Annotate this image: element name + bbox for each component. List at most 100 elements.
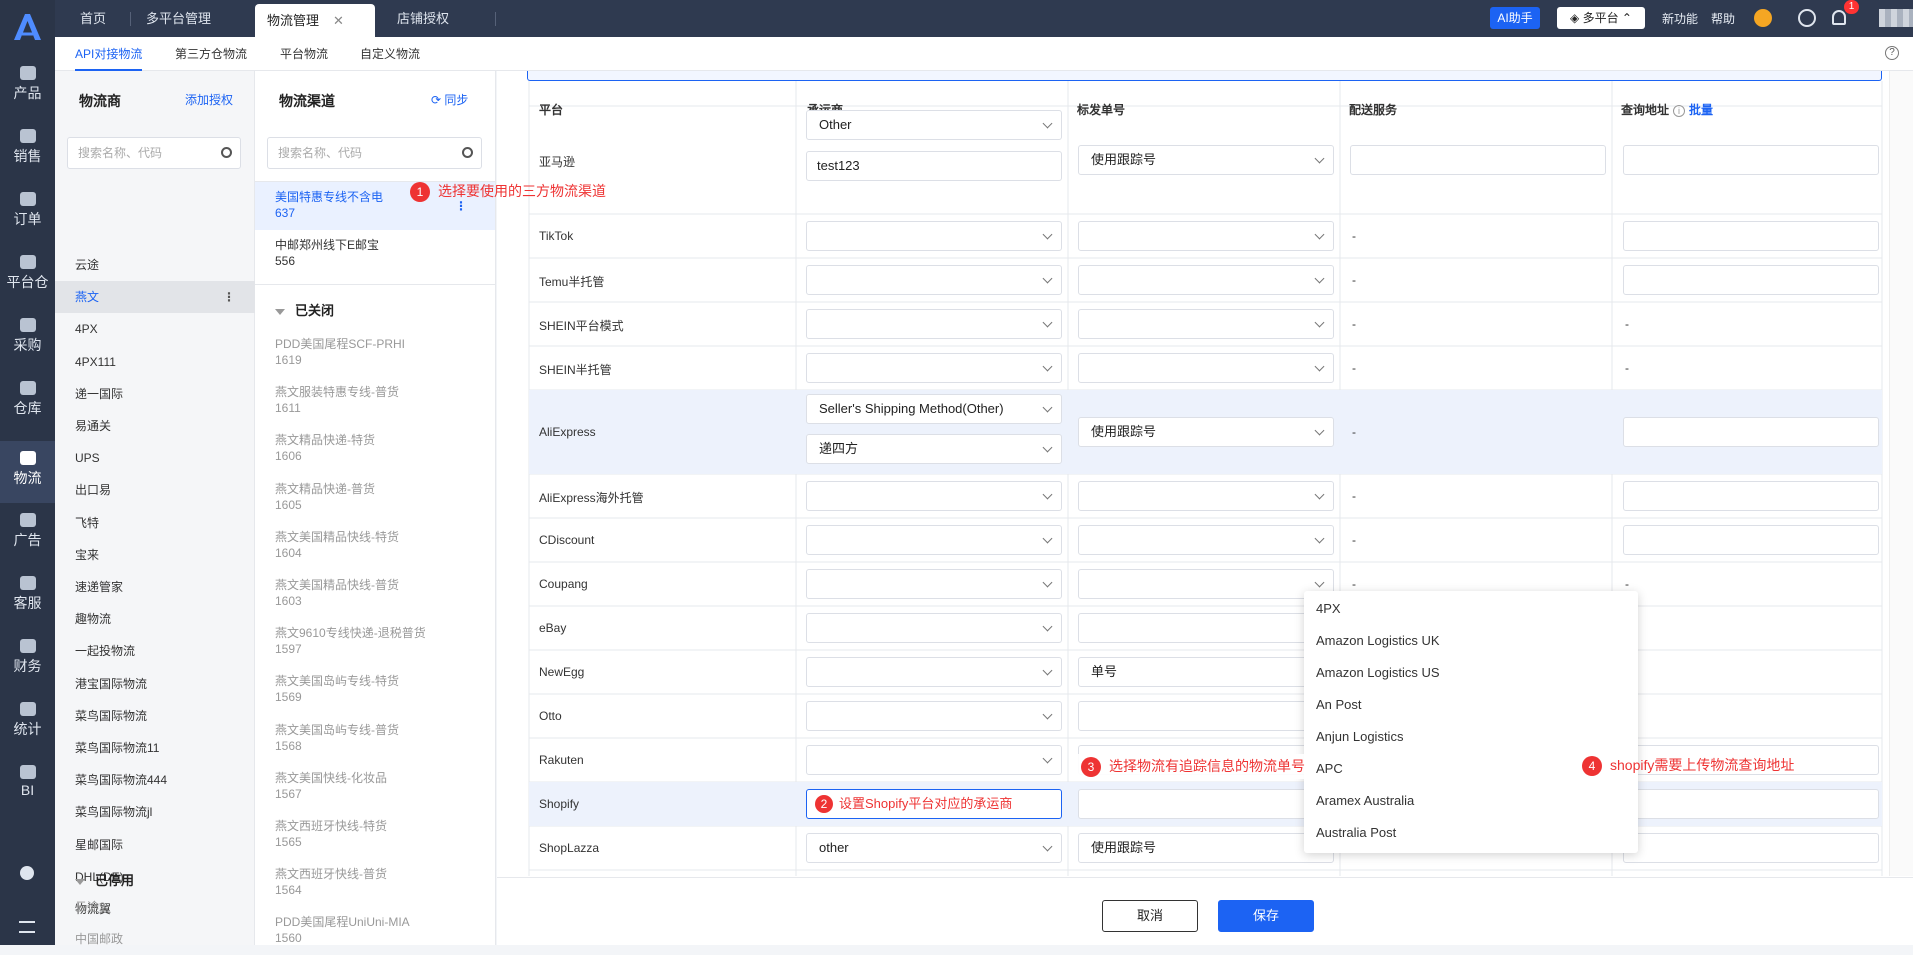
channel-item[interactable]: 燕文9610专线快递-退税普货 1597 bbox=[255, 618, 495, 666]
menu-icon[interactable] bbox=[19, 921, 35, 933]
list-item[interactable]: 易通关 bbox=[55, 410, 255, 442]
batch-link[interactable]: 批量 bbox=[1689, 103, 1713, 117]
channel-item[interactable]: 燕文西班牙快线-普货 1564 bbox=[255, 859, 495, 907]
tab-api-logistics[interactable]: API对接物流 bbox=[75, 37, 143, 71]
tracking-select[interactable] bbox=[1078, 265, 1334, 295]
list-item[interactable]: 港宝国际物流 bbox=[55, 668, 255, 700]
nav-sales[interactable]: 销售 bbox=[0, 129, 55, 191]
channel-item[interactable]: PDD美国尾程UniUni-MIA 1560 bbox=[255, 907, 495, 955]
channel-item[interactable]: 燕文精品快递-普货 1605 bbox=[255, 474, 495, 522]
carrier-select[interactable] bbox=[806, 221, 1062, 251]
avatar[interactable] bbox=[1879, 9, 1913, 27]
tab-logistics[interactable]: 物流管理 ✕ bbox=[255, 4, 375, 37]
tracking-select[interactable]: 使用跟踪号 bbox=[1078, 145, 1334, 175]
query-url-input[interactable] bbox=[1623, 525, 1879, 555]
dropdown-option[interactable]: Anjun Logistics bbox=[1316, 729, 1403, 744]
channel-item[interactable]: 燕文美国岛屿专线-普货 1568 bbox=[255, 715, 495, 763]
list-item[interactable]: 云途 bbox=[55, 249, 255, 281]
dropdown-option[interactable]: 4PX bbox=[1316, 601, 1341, 616]
carrier-select[interactable] bbox=[806, 745, 1062, 775]
nav-warehouse[interactable]: 仓库 bbox=[0, 381, 55, 443]
carrier-select[interactable] bbox=[806, 353, 1062, 383]
help-link[interactable]: 帮助 bbox=[1711, 10, 1735, 27]
sync-button[interactable]: ⟳ 同步 bbox=[431, 91, 468, 108]
channel-item[interactable]: 中邮郑州线下E邮宝 556 bbox=[255, 230, 495, 278]
list-item[interactable]: 宝来 bbox=[55, 539, 255, 571]
tracking-select[interactable] bbox=[1078, 613, 1334, 643]
carrier-select[interactable] bbox=[806, 481, 1062, 511]
query-url-input[interactable] bbox=[1623, 221, 1879, 251]
channel-item[interactable]: PDD美国尾程SCF-PRHI 1619 bbox=[255, 329, 495, 377]
list-item[interactable]: 菜鸟国际物流 bbox=[55, 700, 255, 732]
ai-assistant-button[interactable]: AI助手 bbox=[1490, 7, 1540, 29]
query-url-input[interactable] bbox=[1623, 481, 1879, 511]
carrier-select[interactable] bbox=[806, 657, 1062, 687]
carrier-select[interactable] bbox=[806, 265, 1062, 295]
multi-platform-button[interactable]: ◈ 多平台 ⌃ bbox=[1557, 7, 1645, 29]
list-item[interactable]: 4PX111 bbox=[55, 346, 255, 378]
list-item[interactable]: 飞特 bbox=[55, 507, 255, 539]
add-auth-link[interactable]: 添加授权 bbox=[185, 91, 233, 108]
carrier-select[interactable] bbox=[806, 613, 1062, 643]
save-button[interactable]: 保存 bbox=[1218, 900, 1314, 932]
query-url-input[interactable] bbox=[1623, 417, 1879, 447]
tracking-select[interactable] bbox=[1078, 353, 1334, 383]
carrier-select[interactable] bbox=[806, 309, 1062, 339]
list-item[interactable]: 一起投物流 bbox=[55, 635, 255, 667]
tracking-select[interactable] bbox=[1078, 309, 1334, 339]
dropdown-option[interactable]: Amazon Logistics US bbox=[1316, 665, 1440, 680]
info-icon[interactable]: i bbox=[1673, 105, 1686, 117]
tab-third-party-warehouse[interactable]: 第三方仓物流 bbox=[175, 37, 247, 71]
tab-custom-logistics[interactable]: 自定义物流 bbox=[360, 37, 420, 71]
dropdown-option[interactable]: Amazon Logistics UK bbox=[1316, 633, 1440, 648]
tracking-select[interactable] bbox=[1078, 569, 1334, 599]
tracking-select[interactable]: 使用跟踪号 bbox=[1078, 833, 1334, 863]
list-item[interactable]: 中国邮政 bbox=[55, 923, 255, 955]
list-item[interactable]: 出口易 bbox=[55, 474, 255, 506]
scrollbar[interactable] bbox=[1889, 71, 1913, 876]
list-item[interactable]: 递一国际 bbox=[55, 378, 255, 410]
channel-item[interactable]: 燕文西班牙快线-特货 1565 bbox=[255, 811, 495, 859]
tab-store-auth[interactable]: 店铺授权 bbox=[385, 0, 461, 37]
carrier-select[interactable] bbox=[806, 701, 1062, 731]
channel-item[interactable]: 燕文美国精品快线-特货 1604 bbox=[255, 522, 495, 570]
channel-item[interactable]: 燕文美国岛屿专线-特货 1569 bbox=[255, 666, 495, 714]
nav-product[interactable]: 产品 bbox=[0, 66, 55, 128]
tracking-select[interactable] bbox=[1078, 789, 1334, 819]
disabled-group-header[interactable]: 已停用 bbox=[75, 870, 134, 889]
nav-platform-warehouse[interactable]: 平台仓 bbox=[0, 255, 55, 317]
query-url-input[interactable] bbox=[1623, 265, 1879, 295]
closed-group-header[interactable]: 已关闭 bbox=[275, 300, 334, 319]
list-item[interactable]: 趣物流 bbox=[55, 603, 255, 635]
list-item[interactable]: 星邮国际 bbox=[55, 829, 255, 861]
delivery-service-input[interactable] bbox=[1350, 145, 1606, 175]
carrier-sub-select[interactable]: 递四方 bbox=[806, 434, 1062, 464]
bell-icon[interactable] bbox=[1832, 10, 1846, 25]
carrier-select[interactable] bbox=[806, 569, 1062, 599]
new-features-link[interactable]: 新功能 bbox=[1662, 10, 1698, 27]
cancel-button[interactable]: 取消 bbox=[1102, 900, 1198, 932]
dropdown-option[interactable]: Aramex Australia bbox=[1316, 793, 1414, 808]
list-item[interactable]: 菜鸟国际物流jl bbox=[55, 796, 255, 828]
tab-platform-logistics[interactable]: 平台物流 bbox=[280, 37, 328, 71]
help-icon[interactable]: ? bbox=[1885, 46, 1899, 60]
query-url-input[interactable] bbox=[1623, 789, 1879, 819]
tracking-select[interactable] bbox=[1078, 481, 1334, 511]
carrier-input-shopify[interactable]: 2 设置Shopify平台对应的承运商 bbox=[806, 789, 1062, 819]
nav-service[interactable]: 客服 bbox=[0, 576, 55, 638]
tracking-select[interactable]: 单号 bbox=[1078, 657, 1334, 687]
nav-logistics[interactable]: 物流 bbox=[0, 441, 55, 503]
more-icon[interactable]: ⋮ bbox=[223, 281, 235, 313]
tracking-select[interactable]: 使用跟踪号 bbox=[1078, 417, 1334, 447]
query-url-input[interactable] bbox=[1623, 145, 1879, 175]
list-item[interactable]: 云途2 bbox=[55, 891, 255, 923]
nav-ads[interactable]: 广告 bbox=[0, 513, 55, 575]
tab-multiplatform[interactable]: 多平台管理 bbox=[134, 0, 223, 37]
channel-item[interactable]: 燕文服装特惠专线-普货 1611 bbox=[255, 377, 495, 425]
dropdown-option[interactable]: APC bbox=[1316, 761, 1343, 776]
carrier-select[interactable] bbox=[806, 525, 1062, 555]
list-item[interactable]: UPS bbox=[55, 442, 255, 474]
carrier-select[interactable]: Other bbox=[806, 110, 1062, 140]
download-icon[interactable] bbox=[1798, 9, 1816, 27]
tracking-select[interactable] bbox=[1078, 525, 1334, 555]
